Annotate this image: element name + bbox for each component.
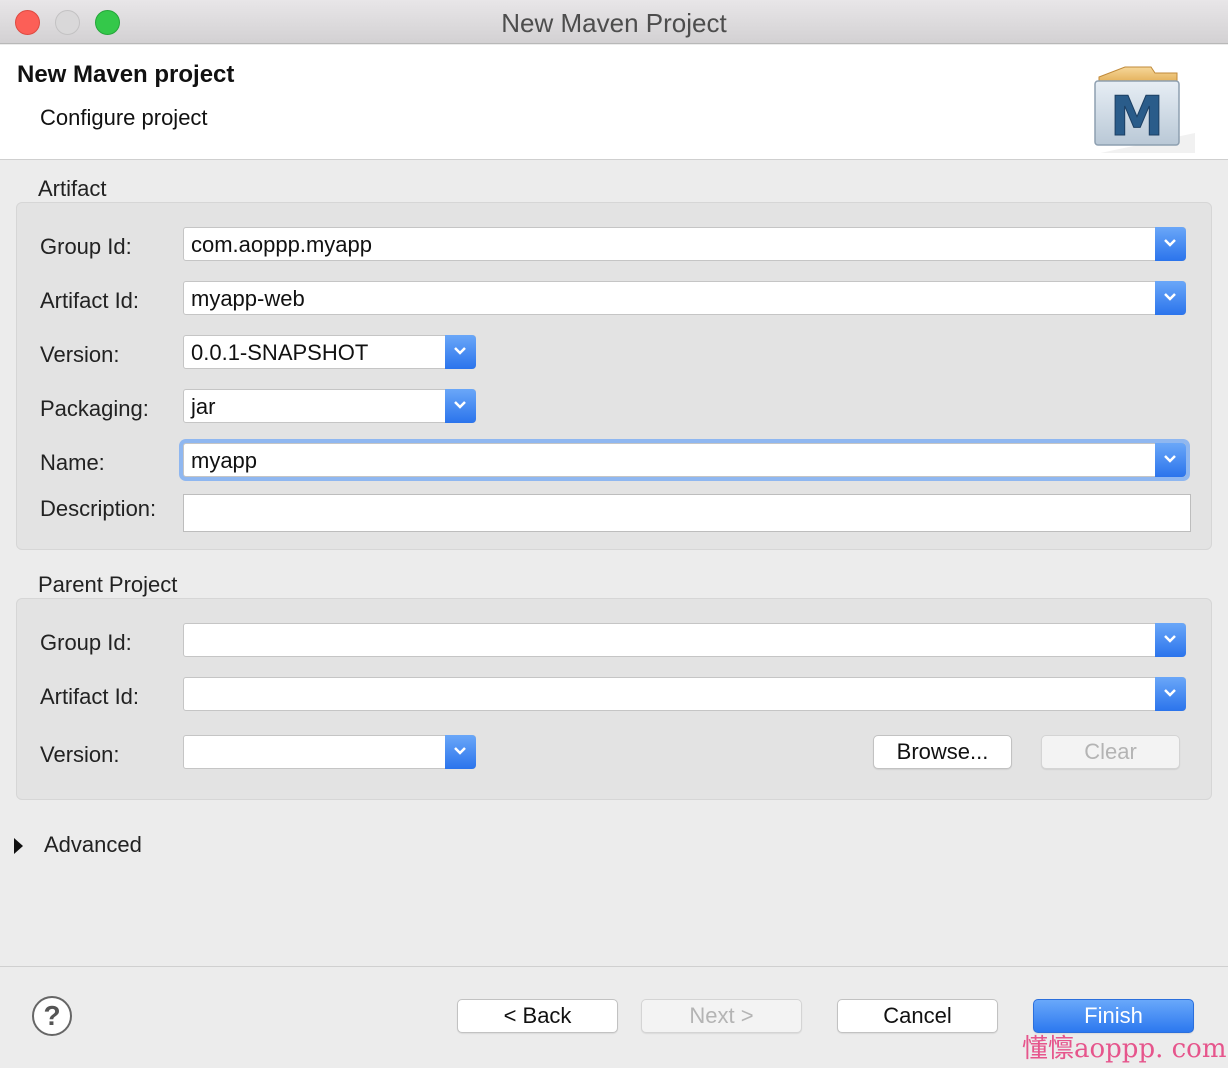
watermark-text: 懂懔aoppp. com [1022, 1034, 1227, 1064]
browse-button[interactable]: Browse... [873, 735, 1012, 769]
next-button[interactable]: Next > [641, 999, 802, 1033]
version-combo[interactable]: 0.0.1-SNAPSHOT [183, 335, 476, 369]
name-label: Name: [40, 450, 105, 475]
parent-section-title: Parent Project [38, 572, 178, 597]
parent-artifact-id-combo[interactable] [183, 677, 1186, 711]
clear-button[interactable]: Clear [1041, 735, 1180, 769]
artifact-id-label: Artifact Id: [40, 288, 140, 313]
page-title: New Maven project [17, 61, 235, 88]
version-label: Version: [40, 342, 120, 367]
chevron-down-icon[interactable] [1155, 677, 1186, 711]
version-value: 0.0.1-SNAPSHOT [191, 340, 369, 365]
packaging-label: Packaging: [40, 396, 149, 421]
cancel-button[interactable]: Cancel [837, 999, 998, 1033]
chevron-down-icon[interactable] [1155, 623, 1186, 657]
disclosure-triangle-icon[interactable] [14, 838, 23, 854]
name-combo[interactable]: myapp [183, 443, 1186, 477]
chevron-down-icon[interactable] [445, 335, 476, 369]
maven-logo-icon: M [1094, 66, 1195, 153]
group-id-combo[interactable]: com.aoppp.myapp [183, 227, 1186, 261]
advanced-label: Advanced [44, 832, 142, 857]
packaging-value: jar [191, 394, 216, 419]
artifact-section-title: Artifact [38, 176, 107, 201]
back-button[interactable]: < Back [457, 999, 618, 1033]
help-icon[interactable]: ? [32, 996, 72, 1036]
parent-version-combo[interactable] [183, 735, 476, 769]
packaging-combo[interactable]: jar [183, 389, 476, 423]
parent-group-id-label: Group Id: [40, 630, 132, 655]
chevron-down-icon[interactable] [445, 389, 476, 423]
title-bar: New Maven Project [0, 0, 1228, 44]
page-subtitle: Configure project [40, 105, 208, 130]
group-id-label: Group Id: [40, 234, 132, 259]
group-id-value: com.aoppp.myapp [191, 232, 372, 257]
window-title: New Maven Project [501, 8, 727, 38]
description-label: Description: [40, 496, 157, 521]
artifact-id-value: myapp-web [191, 286, 305, 311]
parent-artifact-id-label: Artifact Id: [40, 684, 140, 709]
name-value: myapp [191, 448, 258, 473]
svg-text:M: M [1110, 85, 1164, 148]
chevron-down-icon[interactable] [1155, 281, 1186, 315]
footer-divider [0, 966, 1228, 967]
parent-group-id-combo[interactable] [183, 623, 1186, 657]
chevron-down-icon[interactable] [1155, 443, 1186, 477]
chevron-down-icon[interactable] [1155, 227, 1186, 261]
artifact-id-combo[interactable]: myapp-web [183, 281, 1186, 315]
chevron-down-icon[interactable] [445, 735, 476, 769]
wizard-header: New Maven project Configure project M [0, 45, 1228, 160]
parent-version-label: Version: [40, 742, 120, 767]
description-field[interactable] [183, 494, 1191, 532]
